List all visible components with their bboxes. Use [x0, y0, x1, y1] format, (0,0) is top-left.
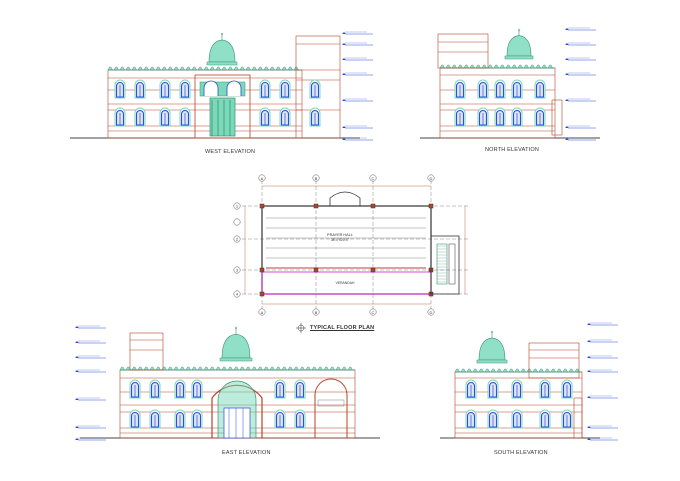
south-elevation: [440, 322, 618, 441]
north-elevation-caption: NORTH ELEVATION: [485, 147, 540, 153]
south-elevation-caption: SOUTH ELEVATION: [494, 450, 548, 456]
north-elevation: [420, 27, 600, 141]
hall-dim-label: 38'-0"X20'-0": [331, 238, 349, 242]
svg-text:D: D: [430, 176, 433, 181]
svg-text:C: C: [372, 310, 375, 315]
drawing-sheet: AABBCCDD1234PRAYER HALL38'-0"X20'-0"VERA…: [70, 27, 618, 441]
svg-text:D: D: [430, 310, 433, 315]
verandah-label: VERANDAH: [336, 281, 355, 285]
plan-caption: TYPICAL FLOOR PLAN: [310, 325, 375, 331]
east-elevation-caption: EAST ELEVATION: [222, 450, 271, 456]
svg-text:A: A: [261, 176, 264, 181]
svg-text:A: A: [261, 310, 264, 315]
svg-text:B: B: [315, 176, 318, 181]
hall-label: PRAYER HALL: [327, 233, 353, 237]
west-elevation-caption: WEST ELEVATION: [205, 149, 256, 155]
floor-plan: AABBCCDD1234PRAYER HALL38'-0"X20'-0"VERA…: [233, 174, 470, 333]
west-elevation: [70, 31, 373, 141]
east-elevation: [75, 325, 380, 441]
svg-text:C: C: [372, 176, 375, 181]
svg-text:B: B: [315, 310, 318, 315]
